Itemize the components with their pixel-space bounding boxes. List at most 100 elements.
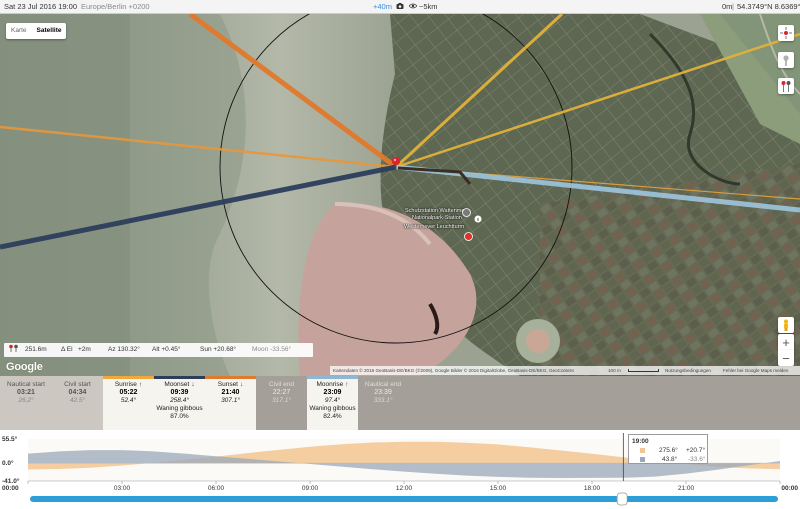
event-moon-illumination: 82.4% bbox=[323, 413, 342, 420]
y-tick-label: -41.0° bbox=[2, 477, 20, 485]
event-sunset[interactable]: Sunset ↓ 21:40 307.1° bbox=[205, 376, 256, 430]
event-label: Sunset bbox=[217, 381, 238, 388]
arrow-down-icon: ↓ bbox=[191, 381, 195, 388]
event-label: Civil end bbox=[269, 381, 294, 388]
events-row: Nautical start 03:21 26.2° Civil start 04:34… bbox=[0, 376, 800, 430]
zoom-in-button[interactable]: + bbox=[778, 334, 794, 350]
map-type-switch: Karte Satellite bbox=[6, 23, 67, 39]
event-azimuth: 42.5° bbox=[69, 397, 86, 404]
x-tick-label: 21:00 bbox=[678, 485, 695, 492]
time-text: 19:00 bbox=[58, 2, 77, 11]
location-pin-icon[interactable] bbox=[391, 156, 401, 177]
map-attribution: Kartendaten © 2016 GeoBasis-DE/BKG (©200… bbox=[330, 366, 800, 375]
map-info-bar: 251.6m Δ El +2m Az 130.32° Alt +0.45° Su… bbox=[4, 343, 313, 357]
tooltip-sun-azimuth: 275.6° bbox=[659, 447, 678, 454]
event-sunrise[interactable]: Sunrise ↑ 05:22 52.4° bbox=[103, 376, 154, 430]
scale-bar bbox=[628, 369, 659, 372]
info-elevation: 251.6m bbox=[25, 346, 47, 353]
street-view-pegman-icon[interactable] bbox=[778, 317, 794, 333]
x-tick-label: 00:00 bbox=[2, 485, 19, 492]
x-tick-label: 03:00 bbox=[114, 485, 131, 492]
x-tick-label: 09:00 bbox=[302, 485, 319, 492]
time-slider-handle[interactable] bbox=[616, 492, 628, 506]
separator: | bbox=[732, 2, 734, 11]
event-time: 09:39 bbox=[170, 389, 189, 396]
event-time: 22:27 bbox=[272, 389, 291, 396]
event-nautical-start[interactable]: Nautical start 03:21 26.2° bbox=[0, 376, 52, 430]
lighthouse-icon[interactable] bbox=[464, 228, 473, 246]
terms-link[interactable]: Nutzungsbedingungen bbox=[665, 366, 711, 375]
y-tick-label: 55.5° bbox=[2, 435, 18, 443]
tooltip-time: 19:00 bbox=[632, 438, 649, 445]
top-status-bar: Sat 23 Jul 2016 19:00 Europe/Berlin +020… bbox=[0, 0, 800, 14]
landmark-info-icon[interactable] bbox=[474, 210, 482, 228]
event-azimuth: 26.2° bbox=[18, 397, 34, 404]
pin-marker-icon[interactable] bbox=[778, 52, 794, 68]
event-label-row: Sunrise ↑ bbox=[103, 381, 154, 389]
event-label-row: Sunset ↓ bbox=[205, 381, 256, 389]
altitude-chart[interactable]: 55.5° 0.0° -41.0° 00:00 03:00 06:00 09:00 12:00… bbox=[0, 430, 800, 509]
event-label-row: Moonset ↓ bbox=[154, 381, 205, 389]
date-label[interactable]: Sat 23 Jul 2016 19:00 bbox=[4, 0, 77, 14]
date-text: Sat 23 Jul 2016 bbox=[4, 2, 57, 11]
event-color-stripe bbox=[103, 376, 154, 379]
elevation-label: 0m bbox=[722, 2, 733, 11]
event-civil-start[interactable]: Civil start 04:34 42.5° bbox=[52, 376, 103, 430]
x-tick-label: 06:00 bbox=[208, 485, 225, 492]
event-time: 21:40 bbox=[221, 389, 240, 396]
map-type-karte[interactable]: Karte bbox=[6, 23, 32, 39]
camera-icon[interactable] bbox=[396, 0, 404, 14]
event-label: Nautical end bbox=[364, 381, 402, 388]
event-moon-illumination: 87.0% bbox=[170, 413, 189, 420]
event-azimuth: 307.1° bbox=[221, 397, 240, 404]
event-azimuth: 97.4° bbox=[324, 397, 341, 404]
info-azimuth: Az 130.32° bbox=[108, 346, 140, 353]
event-time: 05:22 bbox=[119, 389, 138, 396]
scale-label: 100 m bbox=[608, 368, 621, 373]
event-azimuth: 258.4° bbox=[170, 397, 189, 404]
map-label-station: Schutzstation Wattenmeer bbox=[405, 208, 470, 214]
arrow-up-icon: ↑ bbox=[138, 381, 143, 388]
x-tick-label: 00:00 bbox=[781, 485, 798, 492]
y-tick-label: 0.0° bbox=[2, 459, 14, 467]
sun-swatch bbox=[640, 448, 645, 453]
moon-swatch bbox=[640, 457, 645, 462]
info-altitude: Alt +0.45° bbox=[152, 346, 181, 353]
arrow-up-icon: ↑ bbox=[345, 381, 349, 388]
map-label-nationalpark: Nationalpark-Station bbox=[412, 215, 462, 221]
landmark-icon[interactable] bbox=[462, 204, 471, 222]
attribution-text: Kartendaten © 2016 GeoBasis-DE/BKG (©200… bbox=[333, 368, 574, 373]
distance-pins-icon[interactable] bbox=[778, 78, 794, 94]
event-color-stripe bbox=[205, 376, 256, 379]
event-moonset[interactable]: Moonset ↓ 09:39 258.4° Waning gibbous 87.0% bbox=[154, 376, 205, 430]
timezone-label: Europe/Berlin +0200 bbox=[81, 2, 150, 11]
x-tick-label: 18:00 bbox=[584, 485, 601, 492]
event-label-row: Moonrise ↑ bbox=[307, 381, 358, 389]
map-type-satellite[interactable]: Satellite bbox=[32, 23, 67, 39]
event-civil-end[interactable]: Civil end 22:27 317.1° bbox=[256, 376, 307, 430]
event-azimuth: 52.4° bbox=[120, 397, 137, 404]
locate-target-icon[interactable] bbox=[778, 25, 794, 41]
coordinates-label: 54.3749°N 8.6369°E bbox=[737, 2, 800, 11]
event-color-stripe bbox=[307, 376, 358, 379]
elevation-pin-icon bbox=[8, 343, 20, 357]
event-color-stripe bbox=[154, 376, 205, 379]
elevation-offset-label[interactable]: +40m bbox=[373, 0, 392, 14]
x-tick-label: 15:00 bbox=[490, 485, 507, 492]
info-delta-el-value: +2m bbox=[78, 346, 91, 353]
satellite-map[interactable]: Schutzstation Wattenmeer Nationalpark-St… bbox=[0, 14, 800, 376]
report-error-link[interactable]: Fehler bei Google Maps melden bbox=[723, 366, 788, 375]
event-azimuth: 317.1° bbox=[272, 397, 291, 404]
tooltip-moon-azimuth: 43.8° bbox=[662, 456, 678, 463]
event-moonrise[interactable]: Moonrise ↑ 23:09 97.4° Waning gibbous 82.4% bbox=[307, 376, 358, 430]
event-label: Moonrise bbox=[316, 381, 344, 388]
info-moon: Moon -33.56° bbox=[252, 346, 292, 353]
event-label: Moonset bbox=[164, 381, 190, 388]
map-label-lighthouse: Westerhever Leuchtturm bbox=[404, 224, 465, 230]
tooltip-sun-altitude: +20.7° bbox=[686, 447, 706, 454]
event-nautical-end[interactable]: Nautical end 23:39 333.1° bbox=[358, 376, 408, 430]
arrow-down-icon: ↓ bbox=[240, 381, 244, 388]
zoom-out-button[interactable]: − bbox=[778, 350, 794, 366]
event-moon-phase: Waning gibbous bbox=[156, 405, 203, 412]
event-moon-phase: Waning gibbous bbox=[309, 405, 356, 412]
